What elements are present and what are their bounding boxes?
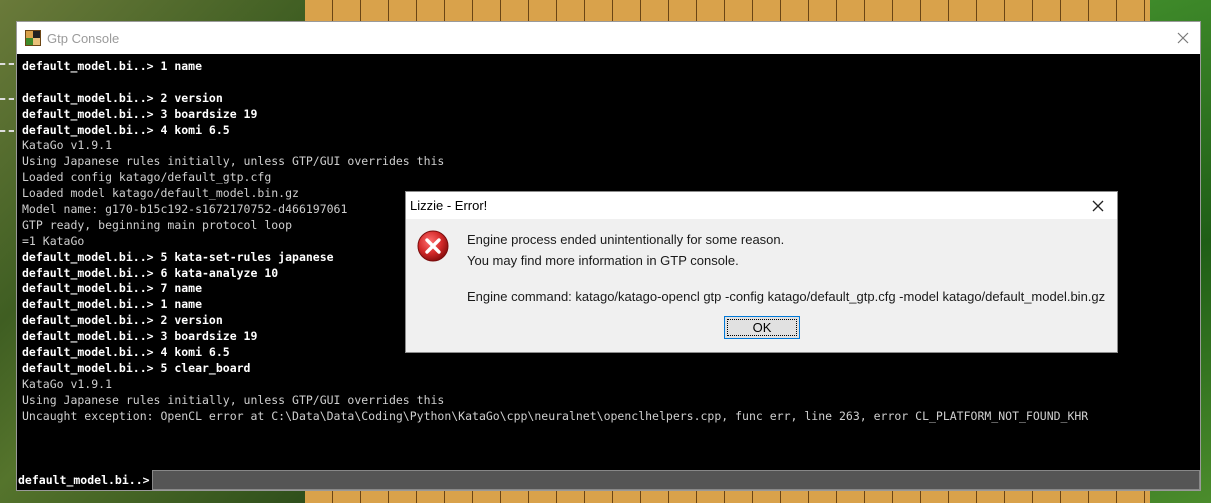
error-dialog: Lizzie - Error! Engine process ended uni… [405, 191, 1118, 353]
command-input[interactable] [151, 470, 1200, 490]
console-log-line: default_model.bi..> 1 name [22, 59, 203, 73]
console-log-line: KataGo v1.9.1 [22, 376, 113, 391]
dialog-titlebar[interactable]: Lizzie - Error! [406, 192, 1117, 219]
dialog-message: Engine process ended unintentionally for… [467, 230, 784, 271]
lizzie-app-icon [25, 30, 41, 46]
console-log-line [22, 75, 1200, 91]
dialog-engine-command: Engine command: katago/katago-opencl gtp… [467, 289, 1106, 304]
board-edge-marks [0, 0, 16, 503]
dialog-message-line1: Engine process ended unintentionally for… [467, 232, 785, 247]
ok-button[interactable]: OK [724, 316, 800, 339]
console-log-line: Using Japanese rules initially, unless G… [22, 154, 445, 169]
console-title: Gtp Console [47, 30, 120, 46]
console-log-line: Using Japanese rules initially, unless G… [22, 392, 445, 407]
close-icon [1177, 32, 1189, 44]
console-log-line: Uncaught exception: OpenCL error at C:\D… [22, 408, 1089, 423]
console-log-line: default_model.bi..> 5 clear_board [22, 360, 251, 375]
console-log-line: default_model.bi..> 3 boardsize 19 [22, 106, 258, 121]
console-log-line: Loaded config katago/default_gtp.cfg [22, 170, 272, 185]
dialog-message-line2: You may find more information in GTP con… [467, 252, 739, 268]
console-prompt: default_model.bi..> [18, 473, 150, 487]
error-icon [417, 230, 449, 262]
console-log-line: KataGo v1.9.1 [22, 138, 113, 153]
dialog-close-button[interactable] [1085, 193, 1111, 219]
console-titlebar[interactable]: Gtp Console [17, 22, 1200, 54]
dialog-title: Lizzie - Error! [410, 198, 488, 213]
console-close-button[interactable] [1166, 22, 1200, 54]
console-input-bar: default_model.bi..> [17, 470, 1200, 490]
console-log-line: default_model.bi..> 4 komi 6.5 [22, 122, 230, 137]
console-log-line: default_model.bi..> 2 version [22, 90, 223, 105]
close-icon [1092, 200, 1104, 212]
